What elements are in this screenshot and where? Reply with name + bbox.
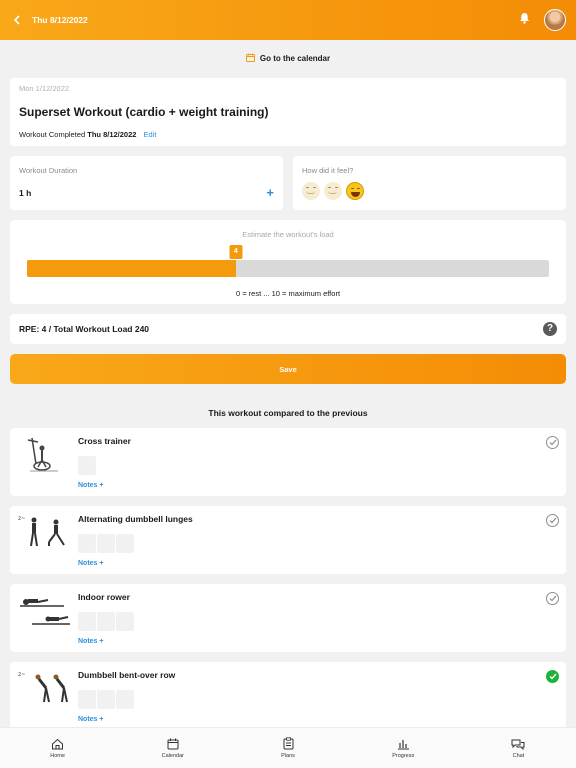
- cross-trainer-illustration-icon: [27, 437, 58, 472]
- sets-row: [78, 612, 134, 631]
- load-slider-track[interactable]: [27, 260, 549, 277]
- top-bar: Thu 8/12/2022: [0, 0, 576, 40]
- help-icon[interactable]: ?: [543, 322, 557, 336]
- feel-label: How did it feel?: [302, 166, 354, 175]
- notes-link[interactable]: Notes +: [78, 716, 103, 723]
- neutral-face-icon[interactable]: [302, 182, 320, 200]
- workout-load-card: Estimate the workout's load 4 0 = rest .…: [10, 220, 566, 304]
- bar-chart-icon: [397, 739, 409, 749]
- nav-chat[interactable]: Chat: [461, 728, 576, 768]
- exercise-card[interactable]: Cross trainer Notes +: [10, 428, 566, 496]
- nav-label: Home: [50, 752, 65, 759]
- calendar-link-label: Go to the calendar: [259, 54, 331, 63]
- nav-calendar[interactable]: Calendar: [115, 728, 230, 768]
- save-button[interactable]: Save: [10, 354, 566, 384]
- set-box[interactable]: [116, 612, 134, 631]
- load-slider-fill: [27, 260, 236, 277]
- workout-status: Workout Completed Thu 8/12/2022 Edit: [19, 130, 557, 139]
- check-circle-icon[interactable]: [546, 514, 559, 527]
- set-box[interactable]: [97, 690, 115, 709]
- nav-label: Calendar: [161, 752, 184, 759]
- svg-text:2~: 2~: [18, 672, 25, 678]
- bell-icon[interactable]: [519, 11, 530, 29]
- rpe-text: RPE: 4 / Total Workout Load 240: [19, 324, 150, 334]
- check-circle-icon[interactable]: [546, 592, 559, 605]
- planned-date: Mon 1/12/2022: [19, 84, 70, 93]
- calendar-icon: [167, 738, 179, 749]
- clipboard-icon: [283, 737, 293, 750]
- duration-label: Workout Duration: [19, 166, 78, 175]
- svg-text:2~: 2~: [18, 516, 25, 522]
- load-slider-thumb[interactable]: 4: [229, 245, 243, 259]
- workout-duration-card: Workout Duration 1 h +: [10, 156, 283, 210]
- grinning-face-icon[interactable]: [346, 182, 364, 200]
- exercise-name: Indoor rower: [78, 592, 130, 602]
- nav-progress[interactable]: Progress: [346, 728, 461, 768]
- how-did-it-feel-card: How did it feel?: [293, 156, 566, 210]
- exercise-card[interactable]: 2~ Dumbbell bent-over row Notes +: [10, 662, 566, 730]
- avatar[interactable]: [544, 9, 566, 31]
- set-box[interactable]: [116, 690, 134, 709]
- duration-value: 1 h: [19, 187, 32, 198]
- nav-plans[interactable]: Plans: [230, 728, 345, 768]
- exercise-name: Alternating dumbbell lunges: [78, 514, 193, 524]
- exercise-name: Dumbbell bent-over row: [78, 670, 176, 680]
- bent-over-row-illustration-icon: 2~: [18, 672, 68, 703]
- back-arrow-icon[interactable]: [10, 13, 24, 27]
- sets-row: [78, 456, 96, 475]
- home-icon: [52, 738, 64, 749]
- notes-link[interactable]: Notes +: [78, 560, 103, 567]
- notes-link[interactable]: Notes +: [78, 638, 103, 645]
- load-scale-label: 0 = rest ... 10 = maximum effort: [235, 289, 341, 298]
- exercise-card[interactable]: 2~ Alternating dumbbell lunges Notes +: [10, 506, 566, 574]
- check-circle-filled-icon[interactable]: [546, 670, 559, 683]
- load-title: Estimate the workout's load: [242, 230, 334, 239]
- exercise-name: Cross trainer: [78, 436, 131, 446]
- bottom-navigation: Home Calendar Plans Progress Chat: [0, 727, 576, 768]
- add-duration-button[interactable]: +: [266, 186, 274, 199]
- set-box[interactable]: [78, 612, 96, 631]
- set-box[interactable]: [97, 534, 115, 553]
- set-box[interactable]: [78, 690, 96, 709]
- slight-smile-face-icon[interactable]: [324, 182, 342, 200]
- completed-date: Thu 8/12/2022: [87, 130, 137, 139]
- indoor-rower-illustration-icon: [20, 599, 70, 625]
- sets-row: [78, 690, 134, 709]
- nav-label: Plans: [281, 753, 295, 759]
- edit-link[interactable]: Edit: [144, 130, 157, 139]
- check-circle-icon[interactable]: [546, 436, 559, 449]
- nav-label: Progress: [392, 752, 415, 759]
- chat-icon: [511, 739, 525, 750]
- set-box[interactable]: [78, 534, 96, 553]
- nav-home[interactable]: Home: [0, 728, 115, 768]
- notes-link[interactable]: Notes +: [78, 482, 103, 489]
- set-box[interactable]: [97, 612, 115, 631]
- header-date: Thu 8/12/2022: [32, 15, 88, 25]
- sets-row: [78, 534, 134, 553]
- rpe-summary: RPE: 4 / Total Workout Load 240 ?: [10, 314, 566, 344]
- status-label: Workout Completed: [19, 130, 86, 139]
- set-box[interactable]: [78, 456, 96, 475]
- lunges-illustration-icon: 2~: [18, 516, 65, 547]
- workout-summary-card: Mon 1/12/2022 Superset Workout (cardio +…: [10, 78, 566, 146]
- exercise-card[interactable]: Indoor rower Notes +: [10, 584, 566, 652]
- workout-title: Superset Workout (cardio + weight traini…: [19, 105, 269, 119]
- calendar-icon: [245, 53, 255, 64]
- comparison-title: This workout compared to the previous: [208, 408, 368, 418]
- nav-label: Chat: [512, 752, 525, 759]
- go-to-calendar-link[interactable]: Go to the calendar: [0, 53, 576, 64]
- set-box[interactable]: [116, 534, 134, 553]
